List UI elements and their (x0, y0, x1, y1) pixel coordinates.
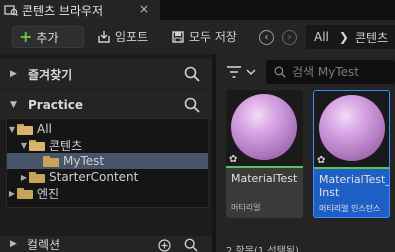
chevron-down-icon (246, 69, 256, 76)
folder-icon (17, 187, 33, 199)
tree-item-label: 콘텐츠 (49, 138, 83, 153)
breadcrumb-content[interactable]: 콘텐츠 (355, 29, 388, 46)
forward-icon[interactable]: › (282, 30, 297, 45)
asset-type-bar (314, 167, 389, 169)
tab-content-browser[interactable]: 콘텐츠 브라우저 × (0, 0, 160, 20)
toolbar: + 추가 임포트 모두 저장 ‹ › All ❯ 콘텐츠 (0, 20, 395, 54)
tree-item-content[interactable]: ▼ 콘텐츠 (7, 137, 208, 153)
tree-item-label: All (37, 122, 52, 136)
asset-name: MaterialTest (231, 172, 298, 185)
expanded-arrow-icon: ▼ (10, 100, 17, 110)
plus-icon: + (19, 27, 33, 46)
asset-tile-materialtest[interactable]: ✿ MaterialTest 머티리얼 (226, 90, 303, 218)
folder-open-icon (29, 139, 45, 151)
add-button-label: 추가 (36, 30, 59, 45)
close-icon[interactable]: × (139, 2, 149, 16)
expanded-arrow-icon[interactable]: ▼ (19, 141, 29, 150)
collapsed-arrow-icon: ▶ (10, 239, 17, 249)
asset-thumbnail: ✿ (314, 91, 389, 167)
status-text: 2 항목(1 선택됨) (226, 246, 299, 252)
tree-item-label: MyTest (63, 154, 105, 168)
folder-tree: ▼ All ▼ 콘텐츠 MyTest ▶ StarterContent ▶ 엔진 (6, 118, 209, 208)
search-icon[interactable] (184, 66, 200, 82)
import-icon (98, 30, 110, 43)
breadcrumb-all[interactable]: All (314, 30, 329, 44)
expanded-arrow-icon[interactable]: ▼ (7, 125, 17, 134)
favorites-header[interactable]: ▶ 즐겨찾기 (0, 59, 212, 89)
tree-item-all[interactable]: ▼ All (7, 121, 208, 137)
asset-type-bar (226, 166, 303, 168)
search-box (266, 60, 395, 84)
add-button[interactable]: + 추가 (12, 26, 84, 48)
tree-item-startercontent[interactable]: ▶ StarterContent (7, 169, 208, 185)
asset-name: MaterialTest_ Inst (319, 173, 390, 199)
breadcrumb: All ❯ 콘텐츠 (306, 25, 395, 49)
asset-type: 머티리얼 인스턴스 (319, 204, 381, 213)
filter-icon (227, 66, 241, 78)
chevron-right-icon: ❯ (338, 30, 349, 44)
project-label: Practice (28, 98, 84, 112)
asset-tile-materialtest-inst[interactable]: ✿ MaterialTest_ Inst 머티리얼 인스턴스 (313, 90, 390, 218)
search-input[interactable] (292, 65, 392, 79)
collapsed-arrow-icon[interactable]: ▶ (19, 173, 29, 182)
material-icon: ✿ (317, 155, 326, 166)
material-sphere (231, 94, 297, 160)
collapsed-arrow-icon: ▶ (10, 69, 17, 79)
save-all-button-label: 모두 저장 (189, 30, 237, 44)
save-all-button[interactable]: 모두 저장 (171, 28, 237, 45)
search-icon[interactable] (184, 238, 198, 252)
project-header[interactable]: ▼ Practice (0, 90, 212, 120)
add-collection-icon[interactable] (158, 239, 171, 252)
material-icon: ✿ (229, 154, 238, 165)
folder-open-icon (17, 123, 33, 135)
asset-thumbnail: ✿ (226, 90, 303, 166)
material-sphere (319, 95, 385, 161)
import-button-label: 임포트 (115, 30, 149, 44)
collections-header[interactable]: ▶ 컬렉션 (0, 236, 212, 252)
search-icon (274, 66, 286, 78)
save-all-icon (172, 30, 184, 43)
content-browser-icon (4, 5, 18, 16)
folder-icon (29, 171, 45, 183)
tree-item-label: 엔진 (37, 186, 60, 201)
favorites-label: 즐겨찾기 (28, 67, 73, 82)
folder-icon (43, 155, 59, 167)
asset-type: 머티리얼 (231, 203, 261, 212)
collapsed-arrow-icon[interactable]: ▶ (7, 189, 17, 198)
filter-button[interactable] (226, 60, 256, 84)
tree-item-engine[interactable]: ▶ 엔진 (7, 185, 208, 201)
import-button[interactable]: 임포트 (97, 28, 148, 45)
search-icon[interactable] (184, 97, 200, 113)
tab-title: 콘텐츠 브라우저 (22, 3, 104, 18)
tree-item-label: StarterContent (49, 170, 139, 184)
tab-bar: 콘텐츠 브라우저 × (0, 0, 395, 20)
collections-label: 컬렉션 (26, 237, 61, 252)
tree-item-mytest[interactable]: MyTest (7, 153, 208, 169)
back-icon[interactable]: ‹ (259, 30, 274, 45)
